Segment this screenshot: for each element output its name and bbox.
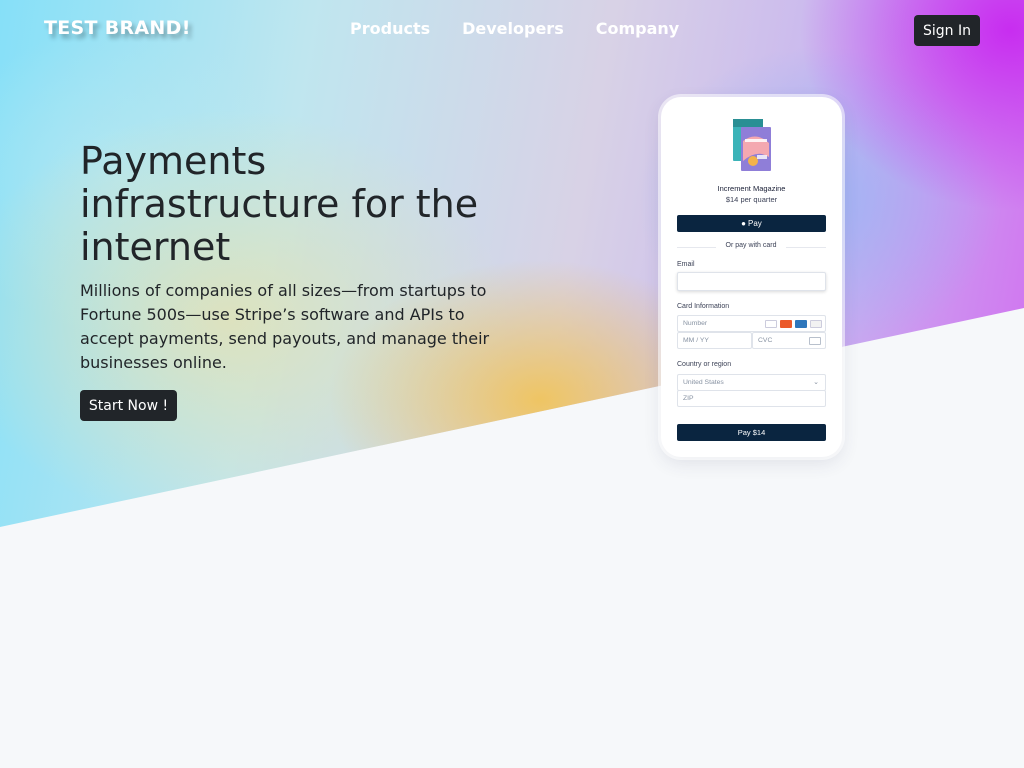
email-field[interactable] bbox=[677, 272, 826, 291]
main-nav: Products Developers Company bbox=[350, 19, 679, 38]
country-value: United States bbox=[683, 379, 724, 386]
nav-products[interactable]: Products bbox=[350, 19, 430, 38]
visa-icon bbox=[765, 320, 777, 328]
amex-icon bbox=[795, 320, 807, 328]
or-pay-with-card-text: Or pay with card bbox=[716, 242, 786, 249]
checkout-phone-mockup: Increment Magazine $14 per quarter ● Pay… bbox=[661, 97, 842, 457]
expiry-field[interactable]: MM / YY bbox=[677, 332, 752, 349]
cvc-card-icon bbox=[809, 337, 821, 345]
zip-placeholder: ZIP bbox=[683, 395, 694, 402]
email-label: Email bbox=[677, 261, 695, 268]
product-name: Increment Magazine bbox=[717, 184, 786, 193]
country-label: Country or region bbox=[677, 361, 732, 368]
start-now-button[interactable]: Start Now ! bbox=[80, 390, 177, 421]
apple-icon: ● bbox=[741, 219, 747, 228]
apple-pay-button[interactable]: ● Pay bbox=[677, 215, 826, 232]
country-select[interactable]: United States ⌄ bbox=[677, 374, 826, 391]
magazine-cover-image bbox=[733, 119, 771, 171]
hero-title: Payments infrastructure for the internet bbox=[80, 139, 479, 269]
card-number-field[interactable]: Number bbox=[677, 315, 826, 332]
discover-icon bbox=[810, 320, 822, 328]
sign-in-button[interactable]: Sign In bbox=[914, 15, 980, 46]
cvc-field[interactable]: CVC bbox=[752, 332, 826, 349]
card-number-placeholder: Number bbox=[683, 320, 708, 327]
zip-field[interactable]: ZIP bbox=[677, 390, 826, 407]
nav-developers[interactable]: Developers bbox=[462, 19, 564, 38]
brand-logo[interactable]: TEST BRAND! bbox=[44, 17, 191, 39]
cvc-placeholder: CVC bbox=[758, 337, 773, 344]
chevron-down-icon: ⌄ bbox=[813, 379, 819, 386]
nav-company[interactable]: Company bbox=[596, 19, 679, 38]
card-info-label: Card Information bbox=[677, 303, 730, 310]
apple-pay-label: Pay bbox=[748, 219, 762, 228]
card-brand-logos bbox=[765, 320, 822, 328]
hero-description: Millions of companies of all sizes—from … bbox=[80, 281, 490, 372]
pay-button[interactable]: Pay $14 bbox=[677, 424, 826, 441]
expiry-placeholder: MM / YY bbox=[683, 337, 709, 344]
product-price: $14 per quarter bbox=[725, 195, 778, 204]
mastercard-icon bbox=[780, 320, 792, 328]
